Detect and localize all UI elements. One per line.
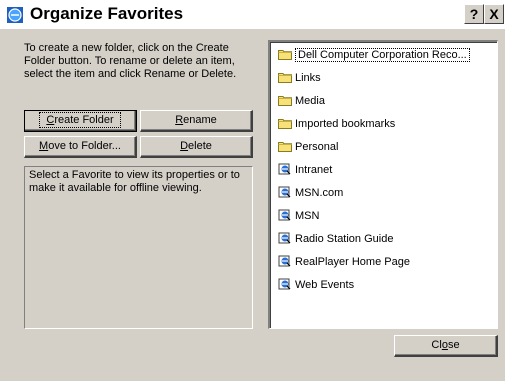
- help-button[interactable]: ?: [464, 4, 484, 24]
- favorites-list[interactable]: Dell Computer Corporation Reco... Links Me…: [268, 40, 498, 329]
- favorite-list-item[interactable]: Web Events: [278, 276, 354, 294]
- favorite-list-item[interactable]: Imported bookmarks: [278, 115, 395, 133]
- favorite-label: Web Events: [295, 279, 355, 291]
- create-folder-button[interactable]: Create Folder: [24, 110, 137, 132]
- favorite-label: Imported bookmarks: [295, 118, 396, 130]
- favorite-label: Personal: [295, 141, 339, 153]
- folder-icon: [278, 140, 292, 152]
- folder-icon: [278, 48, 292, 60]
- favorite-label: Dell Computer Corporation Reco...: [295, 48, 470, 62]
- favorite-label: Radio Station Guide: [295, 233, 394, 245]
- favorite-label: Media: [295, 95, 325, 107]
- ie-link-icon: [278, 255, 292, 267]
- favorite-label: Intranet: [295, 164, 333, 176]
- organize-favorites-dialog: Organize Favorites ? X To create a new f…: [0, 0, 505, 381]
- favorite-label: Links: [295, 72, 321, 84]
- title-bar[interactable]: Organize Favorites ? X: [0, 0, 505, 29]
- favorite-list-item[interactable]: Dell Computer Corporation Reco...: [278, 46, 470, 64]
- create-folder-label: Create Folder: [39, 112, 121, 128]
- close-window-button[interactable]: X: [484, 4, 504, 24]
- ie-link-icon: [278, 186, 292, 198]
- ie-link-icon: [278, 163, 292, 175]
- ie-favorites-icon: [7, 7, 23, 23]
- instructions-text: To create a new folder, click on the Cre…: [24, 42, 237, 80]
- favorite-list-item[interactable]: Personal: [278, 138, 338, 156]
- info-text: Select a Favorite to view its properties…: [29, 169, 240, 194]
- favorite-list-item[interactable]: Radio Station Guide: [278, 230, 393, 248]
- ie-link-icon: [278, 232, 292, 244]
- delete-button[interactable]: Delete: [140, 136, 253, 158]
- close-button[interactable]: Close: [394, 335, 498, 357]
- favorite-label: MSN.com: [295, 187, 344, 199]
- favorite-label: RealPlayer Home Page: [295, 256, 410, 268]
- favorite-list-item[interactable]: RealPlayer Home Page: [278, 253, 410, 271]
- window-title: Organize Favorites: [30, 4, 184, 23]
- folder-icon: [278, 94, 292, 106]
- ie-link-icon: [278, 278, 292, 290]
- favorite-label: MSN: [295, 210, 320, 222]
- favorite-list-item[interactable]: MSN: [278, 207, 319, 225]
- rename-button[interactable]: Rename: [140, 110, 253, 132]
- ie-link-icon: [278, 209, 292, 221]
- favorite-list-item[interactable]: Links: [278, 69, 321, 87]
- favorite-list-item[interactable]: Media: [278, 92, 325, 110]
- move-to-folder-button[interactable]: Move to Folder...: [24, 136, 137, 158]
- folder-icon: [278, 117, 292, 129]
- folder-icon: [278, 71, 292, 83]
- favorite-list-item[interactable]: MSN.com: [278, 184, 343, 202]
- favorite-list-item[interactable]: Intranet: [278, 161, 332, 179]
- favorite-info-panel: Select a Favorite to view its properties…: [24, 166, 253, 329]
